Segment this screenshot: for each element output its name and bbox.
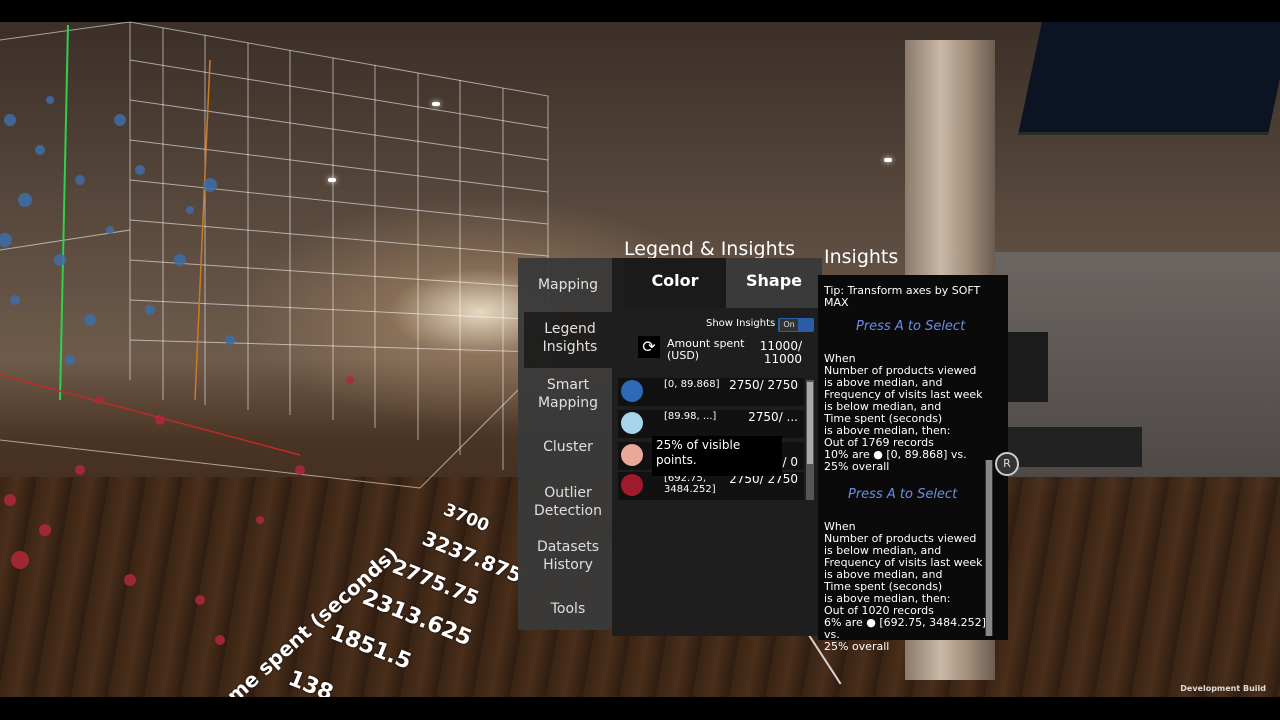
menu-item-cluster[interactable]: Cluster <box>518 438 618 456</box>
insights-panel: Tip: Transform axes by SOFT MAX Press A … <box>818 275 1008 653</box>
menu-item-outlier-detection[interactable]: Outlier Detection <box>518 484 618 520</box>
scroll-thumb[interactable] <box>807 382 813 464</box>
insight-text: When Number of products viewed is below … <box>824 520 986 653</box>
ceiling-lamp <box>884 158 892 162</box>
legend-panel-title: Legend & Insights <box>624 238 795 260</box>
color-swatch <box>621 412 643 434</box>
ceiling-skylight <box>1017 22 1280 135</box>
attribute-count: 11000/ 11000 <box>759 339 802 366</box>
development-build-label: Development Build <box>1180 684 1266 693</box>
insights-panel-title: Insights <box>824 246 899 268</box>
menu-item-legend-insights[interactable]: Legend Insights <box>524 312 616 368</box>
toggle-state: On <box>780 319 798 331</box>
menu-item-smart-mapping[interactable]: Smart Mapping <box>518 376 618 412</box>
legend-count: 2750/ ... <box>748 410 798 424</box>
letterbox-bottom <box>0 697 1280 720</box>
tab-shape[interactable]: Shape <box>726 258 822 308</box>
legend-count: 2750/ 2750 <box>729 378 798 392</box>
legend-scrollbar[interactable] <box>806 380 814 500</box>
menu-item-label: Legend Insights <box>542 321 598 355</box>
insight-text: When Number of products viewed is above … <box>824 352 983 473</box>
hover-tooltip: 25% of visible points. <box>652 436 782 476</box>
attribute-label: Amount spent (USD) <box>667 337 745 362</box>
show-insights-label: Show Insights <box>706 318 776 329</box>
color-swatch <box>621 380 643 402</box>
legend-item[interactable]: [0, 89.868] 2750/ 2750 <box>618 378 804 406</box>
tab-color[interactable]: Color <box>624 258 726 308</box>
menu-item-mapping[interactable]: Mapping <box>518 276 618 294</box>
press-a-select-prompt[interactable]: Press A to Select <box>856 319 965 334</box>
refresh-icon[interactable]: ⟳ <box>638 336 660 358</box>
press-a-select-prompt[interactable]: Press A to Select <box>848 487 957 502</box>
scroll-thumb[interactable] <box>986 460 992 636</box>
legend-item[interactable]: [89.98, ...] 2750/ ... <box>618 410 804 438</box>
show-insights-toggle[interactable]: On <box>778 318 814 332</box>
color-swatch <box>621 444 643 466</box>
insights-tip: Tip: Transform axes by SOFT MAX <box>824 284 981 309</box>
menu-item-datasets-history[interactable]: Datasets History <box>518 538 618 574</box>
legend-item[interactable]: [692.75, 3484.252] 2750/ 2750 <box>618 472 804 500</box>
insights-scrollbar[interactable] <box>985 460 993 636</box>
r-button[interactable]: R <box>995 452 1019 476</box>
color-swatch <box>621 474 643 496</box>
legend-count: / 0 <box>782 455 799 469</box>
side-menu: Mapping Legend Insights Smart Mapping Cl… <box>518 258 618 630</box>
menu-item-tools[interactable]: Tools <box>518 600 618 618</box>
legend-range: [89.98, ...] <box>664 411 717 422</box>
